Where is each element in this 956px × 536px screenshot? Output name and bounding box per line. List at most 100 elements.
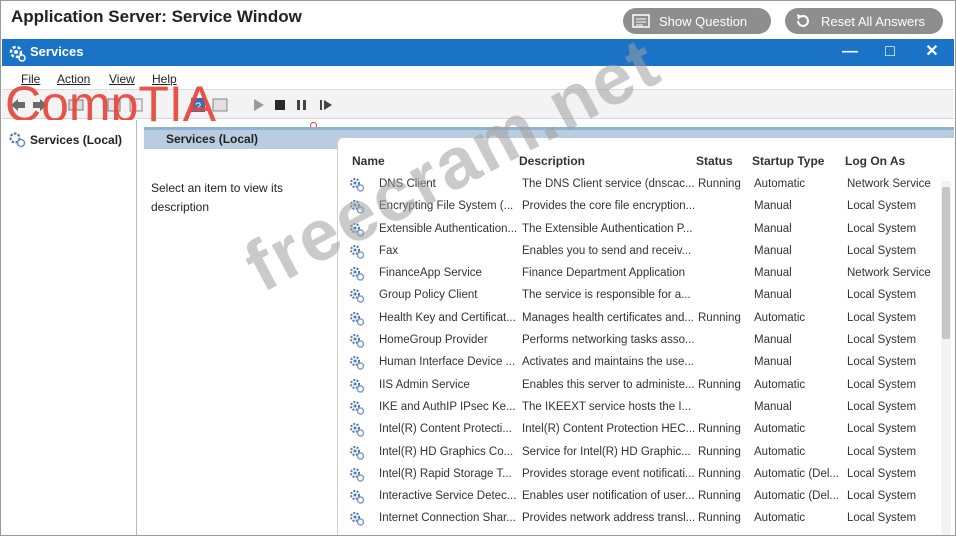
service-name: Intel(R) Rapid Storage T... (379, 467, 512, 480)
services-gear-icon (8, 44, 26, 67)
column-headers: Name Description Status Startup Type Log… (338, 152, 954, 170)
service-startup-type: Automatic (754, 311, 806, 324)
service-log-on-as: Local System (847, 356, 917, 369)
service-gear-icon (349, 333, 365, 352)
service-startup-type: Manual (754, 244, 792, 257)
minimize-button[interactable]: — (840, 43, 860, 61)
app-title: Application Server: Service Window (11, 7, 302, 26)
service-log-on-as: Local System (847, 334, 917, 347)
description-text: Select an item to view its description (151, 181, 284, 214)
service-row[interactable]: Internet Connection Shar... Provides netw… (338, 507, 938, 529)
service-description: Service for Intel(R) HD Graphic... (522, 445, 691, 458)
service-startup-type: Manual (754, 334, 792, 347)
service-name: IKE and AuthIP IPsec Ke... (379, 400, 516, 413)
restart-service-icon[interactable] (318, 97, 334, 113)
service-gear-icon (349, 467, 365, 486)
service-status: Running (698, 490, 741, 503)
service-startup-type: Automatic (754, 512, 806, 525)
service-gear-icon (349, 445, 365, 464)
service-startup-type: Manual (754, 400, 792, 413)
maximize-button[interactable]: □ (880, 43, 900, 61)
service-name: DNS Client (379, 178, 436, 190)
service-log-on-as: Local System (847, 467, 917, 480)
service-row[interactable]: DNS Client The DNS Client service (dnscac… (338, 173, 938, 195)
service-description: Provides network address transl... (522, 512, 694, 525)
column-startup-type[interactable]: Startup Type (752, 154, 824, 168)
service-startup-type: Manual (754, 356, 792, 369)
service-startup-type: Automatic (754, 378, 806, 391)
column-status[interactable]: Status (696, 154, 733, 168)
column-name[interactable]: Name (352, 154, 385, 168)
service-log-on-as: Local System (847, 423, 917, 436)
service-gear-icon (349, 311, 365, 330)
service-gear-icon (349, 222, 365, 241)
service-gear-icon (349, 288, 365, 307)
service-row[interactable]: IIS Admin Service Enables this server to … (338, 374, 938, 396)
service-gear-icon (349, 422, 365, 441)
service-startup-type: Automatic (Del... (754, 490, 839, 503)
service-startup-type: Automatic (Del... (754, 467, 839, 480)
service-gear-icon (349, 244, 365, 263)
tree-item-services-local[interactable]: Services (Local) (30, 133, 122, 147)
service-row[interactable]: Human Interface Device ... Activates and … (338, 351, 938, 373)
service-row[interactable]: Interactive Service Detec... Enables user… (338, 485, 938, 507)
reset-all-answers-button[interactable]: Reset All Answers (785, 8, 943, 34)
service-row[interactable]: HomeGroup Provider Performs networking ta… (338, 329, 938, 351)
window-title: Services (30, 44, 84, 59)
service-row[interactable]: Intel(R) Rapid Storage T... Provides stor… (338, 463, 938, 485)
service-description: Enables this server to administe... (522, 378, 694, 391)
service-row[interactable]: Fax Enables you to send and receiv... Manu… (338, 240, 938, 262)
service-row[interactable]: Group Policy Client The service is respon… (338, 284, 938, 306)
service-log-on-as: Network Service (847, 267, 931, 280)
left-tree-pane: Services (Local) (2, 120, 137, 535)
service-row[interactable]: FinanceApp Service Finance Department App… (338, 262, 938, 284)
show-question-label: Show Question (659, 13, 748, 29)
close-button[interactable]: ✕ (922, 43, 942, 61)
document-icon (631, 13, 651, 29)
reset-all-answers-label: Reset All Answers (821, 13, 926, 29)
service-gear-icon (349, 355, 365, 374)
service-gear-icon (349, 266, 365, 285)
service-name: Intel(R) HD Graphics Co... (379, 445, 514, 458)
service-log-on-as: Local System (847, 445, 917, 458)
start-service-icon[interactable] (250, 97, 266, 113)
service-name: FinanceApp Service (379, 267, 482, 280)
service-name: Extensible Authentication... (379, 222, 517, 235)
service-status: Running (698, 178, 741, 190)
service-row[interactable]: Intel(R) HD Graphics Co... Service for In… (338, 441, 938, 463)
app-frame: Application Server: Service Window Show … (0, 0, 956, 536)
service-row[interactable]: Encrypting File System (... Provides the … (338, 195, 938, 217)
service-description: Manages health certificates and... (522, 311, 694, 324)
service-name: Fax (379, 244, 399, 257)
service-log-on-as: Local System (847, 289, 917, 302)
service-startup-type: Automatic (754, 178, 806, 190)
service-description: The IKEEXT service hosts the I... (522, 400, 692, 413)
pause-service-icon[interactable] (294, 97, 310, 113)
service-name: HomeGroup Provider (379, 334, 488, 347)
reset-icon (793, 13, 813, 29)
service-name: Human Interface Device ... (379, 356, 516, 369)
column-log-on-as[interactable]: Log On As (845, 154, 905, 168)
show-question-button[interactable]: Show Question (623, 8, 771, 34)
service-gear-icon (349, 177, 365, 196)
description-pane: Select an item to view its description (144, 149, 336, 535)
service-startup-type: Manual (754, 267, 792, 280)
service-rows: DNS Client The DNS Client service (dnscac… (338, 173, 938, 530)
service-startup-type: Manual (754, 200, 792, 213)
service-row[interactable]: Health Key and Certificat... Manages heal… (338, 307, 938, 329)
service-description: Provides storage event notificati... (522, 467, 694, 480)
service-log-on-as: Local System (847, 200, 917, 213)
service-description: Enables user notification of user... (522, 490, 694, 503)
service-row[interactable]: Intel(R) Content Protecti... Intel(R) Con… (338, 418, 938, 440)
column-description[interactable]: Description (519, 154, 585, 168)
services-local-icon (9, 132, 27, 153)
service-row[interactable]: IKE and AuthIP IPsec Ke... The IKEEXT ser… (338, 396, 938, 418)
service-row[interactable]: Extensible Authentication... The Extensib… (338, 218, 938, 240)
service-log-on-as: Local System (847, 490, 917, 503)
service-startup-type: Manual (754, 289, 792, 302)
stop-service-icon[interactable] (272, 97, 288, 113)
scrollbar-thumb[interactable] (942, 187, 950, 339)
service-description: The Extensible Authentication P... (522, 222, 693, 235)
service-gear-icon (349, 199, 365, 218)
service-description: Intel(R) Content Protection HEC... (522, 423, 694, 436)
